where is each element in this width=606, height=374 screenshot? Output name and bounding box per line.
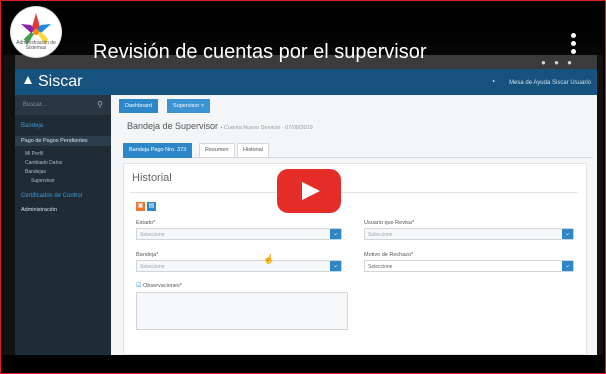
observaciones-textarea[interactable] — [136, 292, 348, 330]
user-area: ◔ Mesa de Ayuda Siscar Usuario — [491, 77, 591, 86]
channel-avatar[interactable]: Administración de Sistemas — [11, 7, 61, 57]
subtab-bar: Bandeja Pago Nro. 373 Resumen Historial — [123, 141, 593, 158]
page-title: Bandeja de Supervisor • Cuenta Nuevo Ser… — [127, 121, 313, 131]
historial-panel: Historial ▣ ▤ Estado* Seleccione ⌄ Usuar… — [123, 163, 587, 355]
motivo-select[interactable]: Seleccione ⌄ — [364, 260, 574, 272]
sidebar-item-administracion[interactable]: Administración — [21, 207, 57, 213]
browser-controls-icon: ● ● ● — [541, 58, 575, 67]
main-content: Dashboard Supervisor × Bandeja de Superv… — [111, 95, 597, 355]
print-icon-button[interactable]: ▤ — [147, 202, 156, 211]
subtab-historial[interactable]: Historial — [237, 143, 269, 158]
sidebar-item-pagos[interactable]: Pago de Pagos Pendientes — [21, 138, 88, 144]
sidebar-section-certificados: Certificados de Control — [21, 193, 83, 199]
panel-title: Historial — [132, 172, 172, 184]
motivo-label: Motivo de Rechazo* — [364, 252, 414, 258]
divider — [130, 192, 578, 193]
page-title-text: Bandeja de Supervisor — [127, 121, 219, 131]
mouse-cursor-icon: ☝ — [263, 254, 275, 264]
sidebar-search[interactable]: Buscar... ⚲ — [15, 95, 111, 115]
estado-value: Seleccione — [140, 232, 165, 238]
estado-label: Estado* — [136, 220, 156, 226]
usuario-value: Seleccione — [368, 232, 393, 238]
save-icon-button[interactable]: ▣ — [136, 202, 145, 211]
sidebar-item-datos[interactable]: Cambiado Datos — [25, 160, 62, 166]
chevron-down-icon: ⌄ — [330, 229, 341, 239]
estado-select[interactable]: Seleccione ⌄ — [136, 228, 342, 240]
brand-name: Siscar — [38, 73, 83, 90]
more-options-icon[interactable] — [571, 33, 577, 57]
bandeja-value: Seleccione — [140, 264, 165, 270]
video-embed-frame[interactable]: ● ● ● Siscar ◔ Mesa de Ayuda Siscar Usua… — [0, 0, 606, 374]
app-logo: Siscar — [21, 73, 82, 91]
chevron-down-icon: ⌄ — [562, 229, 573, 239]
play-button-icon[interactable] — [277, 169, 341, 213]
chevron-down-icon: ⌄ — [562, 261, 573, 271]
subtab-bandeja-pago[interactable]: Bandeja Pago Nro. 373 — [123, 143, 193, 158]
sidebar-item-perfil[interactable]: Mi Perfil — [25, 151, 43, 157]
siscar-logo-icon — [24, 76, 32, 84]
tab-supervisor[interactable]: Supervisor × — [167, 99, 211, 113]
search-icon: ⚲ — [97, 100, 103, 109]
app-navbar: Siscar ◔ Mesa de Ayuda Siscar Usuario — [15, 69, 597, 95]
page-subtitle: • Cuenta Nuevo Servicio - 07/08/2019 — [220, 125, 313, 131]
subtab-resumen[interactable]: Resumen — [199, 143, 235, 158]
usuario-select[interactable]: Seleccione ⌄ — [364, 228, 574, 240]
motivo-value: Seleccione — [368, 264, 393, 270]
video-bottom-bar — [3, 355, 603, 373]
usuario-label: Usuario que Revisa* — [364, 220, 415, 226]
bandeja-label: Bandeja* — [136, 252, 159, 258]
user-name: Mesa de Ayuda Siscar Usuario — [509, 80, 591, 86]
search-placeholder: Buscar... — [23, 102, 47, 108]
sidebar-item-supervisor[interactable]: Supervisor — [31, 178, 55, 184]
tab-dashboard[interactable]: Dashboard — [119, 99, 158, 113]
channel-logo-caption: Administración de Sistemas — [16, 40, 56, 51]
observaciones-checkbox[interactable]: ☑ Observaciones* — [136, 282, 182, 289]
video-title-bar: Revisión de cuentas por el supervisor — [3, 1, 603, 63]
sidebar-item-bandejas[interactable]: Bandejas — [25, 169, 46, 175]
chevron-down-icon: ⌄ — [330, 261, 341, 271]
video-title[interactable]: Revisión de cuentas por el supervisor — [93, 41, 427, 64]
bell-icon: ◔ — [490, 77, 496, 86]
sidebar-section-bandeja: Bandeja — [21, 123, 44, 129]
observaciones-label: Observaciones* — [143, 283, 182, 289]
bandeja-select[interactable]: Seleccione ⌄ — [136, 260, 342, 272]
sidebar: Buscar... ⚲ Bandeja Pago de Pagos Pendie… — [15, 95, 111, 355]
video-player[interactable]: ● ● ● Siscar ◔ Mesa de Ayuda Siscar Usua… — [3, 1, 603, 373]
